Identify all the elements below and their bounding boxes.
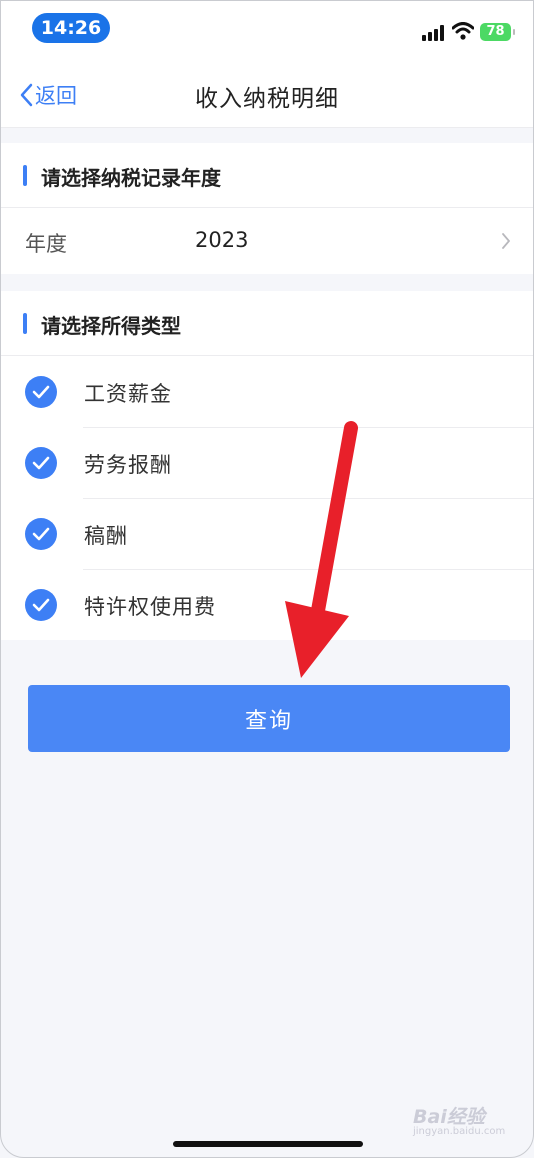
income-option-row[interactable]: 工资薪金 [1,356,533,427]
query-button[interactable]: 查询 [28,685,510,752]
battery-icon: 78 [480,23,515,41]
year-selector-row[interactable]: 年度 2023 [1,208,533,274]
checkmark-circle-icon[interactable] [25,589,57,621]
home-indicator[interactable] [173,1141,363,1147]
page-title: 收入纳税明细 [195,86,339,112]
watermark-url: jingyan.baidu.com [413,1126,506,1137]
income-option-label: 工资薪金 [84,382,172,406]
income-option-row[interactable]: 劳务报酬 [1,427,533,498]
year-section-title: 请选择纳税记录年度 [41,166,221,190]
red-arrow-annotation [285,421,358,678]
wifi-icon [452,22,474,40]
income-option-row[interactable]: 稿酬 [1,498,533,569]
income-option-label: 劳务报酬 [84,453,172,477]
signal-icon [422,25,446,41]
year-section-header: 请选择纳税记录年度 [1,143,533,208]
income-option-row[interactable]: 特许权使用费 [1,569,533,640]
baidu-watermark: Bai经验 jingyan.baidu.com [413,1102,513,1142]
year-label: 年度 [25,232,67,256]
income-type-section: 请选择所得类型 工资薪金 劳务报酬 稿酬 特许权使用费 [1,291,533,640]
income-option-label: 稿酬 [84,524,128,548]
checkmark-circle-icon[interactable] [25,376,57,408]
navigation-bar: 返回 收入纳税明细 [1,61,533,128]
section-accent-bar [23,165,27,186]
income-option-label: 特许权使用费 [84,595,216,619]
watermark-brand: Bai经验 [413,1106,485,1128]
checkmark-circle-icon[interactable] [25,447,57,479]
year-value: 2023 [195,228,249,252]
status-time: 14:26 [32,13,110,43]
status-bar: 14:26 78 [1,1,533,61]
income-section-title: 请选择所得类型 [41,314,181,338]
income-section-header: 请选择所得类型 [1,291,533,356]
checkmark-circle-icon[interactable] [25,518,57,550]
year-section: 请选择纳税记录年度 年度 2023 [1,143,533,274]
battery-level: 78 [486,24,505,39]
chevron-right-icon [502,233,510,249]
phone-screen: 14:26 78 返回 收入纳税明细 请选择纳税记录年度 年度 2023 请选择… [0,0,534,1158]
section-accent-bar [23,313,27,334]
